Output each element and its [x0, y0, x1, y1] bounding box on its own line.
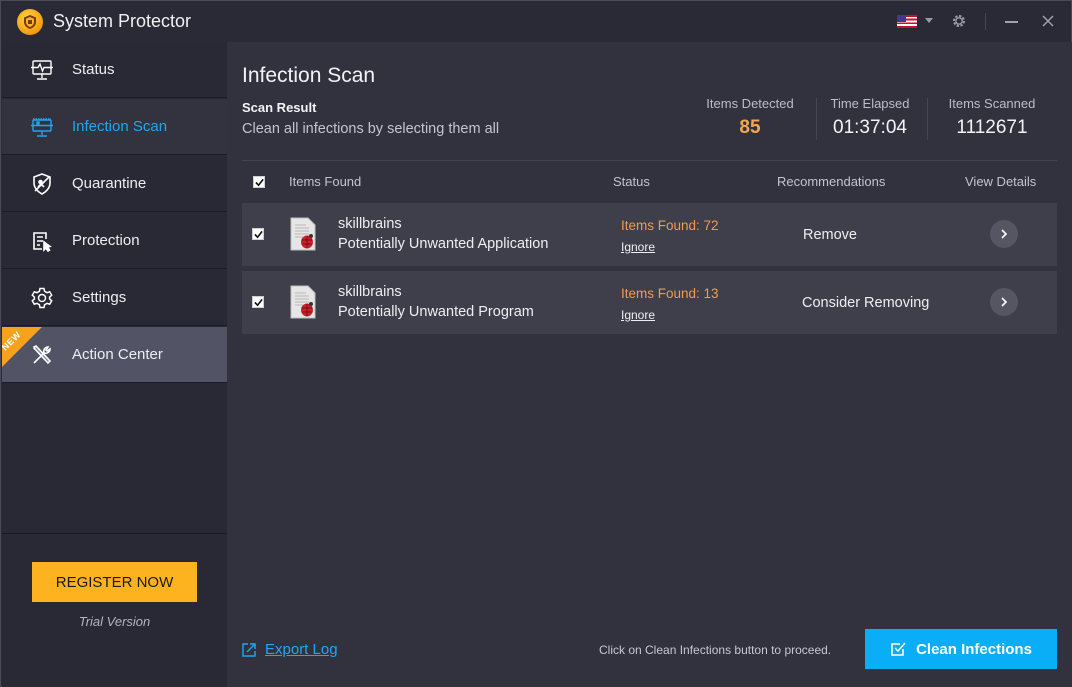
- shield-bug-icon: [33, 173, 51, 195]
- table-header: Items Found Status Recommendations View …: [242, 164, 1057, 200]
- items-scanned-stat: Items Scanned 1112671: [940, 96, 1044, 139]
- sidebar-item-infection-scan[interactable]: Infection Scan: [2, 99, 227, 155]
- row-checkbox[interactable]: [252, 296, 264, 308]
- select-all-checkbox[interactable]: [253, 176, 265, 188]
- header-status[interactable]: Status: [613, 174, 650, 189]
- clean-infections-button[interactable]: Clean Infections: [865, 629, 1057, 669]
- register-now-button[interactable]: REGISTER NOW: [32, 562, 197, 602]
- sidebar-item-label: Status: [72, 61, 115, 78]
- item-recommendation: Remove: [803, 227, 857, 243]
- app-logo-icon: [17, 9, 43, 35]
- us-flag-icon[interactable]: [897, 15, 917, 28]
- titlebar-divider: [985, 13, 986, 30]
- sidebar-item-action-center[interactable]: NEW Action Center: [2, 327, 227, 383]
- time-elapsed-stat: Time Elapsed 01:37:04: [822, 96, 918, 139]
- header-items-found[interactable]: Items Found: [289, 174, 361, 189]
- gear-icon: [31, 287, 53, 309]
- header-view-details[interactable]: View Details: [965, 174, 1036, 189]
- ignore-link[interactable]: Ignore: [621, 240, 655, 254]
- export-log-link[interactable]: Export Log: [241, 641, 338, 658]
- gear-icon[interactable]: [951, 13, 967, 29]
- item-status: Items Found: 72: [621, 218, 719, 233]
- ignore-link[interactable]: Ignore: [621, 308, 655, 322]
- app-window: System Protector Status Infection Scan Q…: [0, 0, 1072, 687]
- item-name: skillbrains: [338, 284, 402, 300]
- sidebar: Status Infection Scan Quarantine Protect…: [2, 42, 227, 687]
- checkbox-check-icon: [891, 642, 906, 656]
- close-icon[interactable]: [1041, 14, 1055, 28]
- main-panel: Infection Scan Scan Result Clean all inf…: [227, 42, 1072, 687]
- title-bar: System Protector: [1, 1, 1071, 42]
- chevron-right-icon: [1001, 229, 1008, 239]
- external-link-icon: [242, 642, 256, 657]
- monitor-scan-icon: [31, 118, 53, 137]
- header-recommendations[interactable]: Recommendations: [777, 174, 885, 189]
- infected-file-icon: [290, 217, 316, 251]
- items-scanned-label: Items Scanned: [948, 96, 1036, 111]
- scan-result-label: Scan Result: [242, 100, 317, 115]
- sidebar-divider: [2, 533, 227, 534]
- item-type: Potentially Unwanted Application: [338, 236, 549, 252]
- sidebar-item-label: Quarantine: [72, 175, 147, 192]
- stat-divider: [927, 98, 928, 140]
- time-elapsed-value: 01:37:04: [833, 117, 907, 138]
- infected-file-icon: [290, 285, 316, 319]
- item-type: Potentially Unwanted Program: [338, 304, 534, 320]
- item-name: skillbrains: [338, 216, 402, 232]
- tools-icon: [33, 345, 52, 365]
- item-status: Items Found: 13: [621, 286, 719, 301]
- sidebar-item-settings[interactable]: Settings: [2, 270, 227, 326]
- time-elapsed-label: Time Elapsed: [830, 96, 910, 111]
- sidebar-item-label: Action Center: [72, 346, 163, 363]
- table-row[interactable]: skillbrains Potentially Unwanted Applica…: [242, 203, 1057, 266]
- scan-result-subtitle: Clean all infections by selecting them a…: [242, 121, 500, 137]
- proceed-hint: Click on Clean Infections button to proc…: [599, 643, 832, 657]
- trial-version-label: Trial Version: [78, 614, 151, 629]
- sidebar-item-label: Protection: [72, 232, 140, 249]
- document-cursor-icon: [33, 232, 52, 253]
- sidebar-item-label: Infection Scan: [72, 118, 168, 135]
- table-row[interactable]: skillbrains Potentially Unwanted Program…: [242, 271, 1057, 334]
- page-title: Infection Scan: [242, 64, 376, 87]
- minimize-icon[interactable]: [1005, 21, 1018, 23]
- view-details-button[interactable]: [990, 288, 1018, 316]
- item-recommendation: Consider Removing: [802, 295, 930, 311]
- clean-infections-label: Clean Infections: [916, 640, 1032, 658]
- sidebar-item-status[interactable]: Status: [2, 42, 227, 98]
- chevron-right-icon: [1001, 297, 1008, 307]
- items-detected-stat: Items Detected 85: [697, 96, 803, 139]
- header-divider: [242, 160, 1057, 161]
- items-scanned-value: 1112671: [956, 117, 1028, 138]
- items-detected-label: Items Detected: [706, 96, 794, 111]
- stat-divider: [816, 98, 817, 140]
- language-dropdown-caret-icon[interactable]: [925, 18, 933, 23]
- sidebar-item-quarantine[interactable]: Quarantine: [2, 156, 227, 212]
- sidebar-item-label: Settings: [72, 289, 127, 306]
- app-title: System Protector: [53, 11, 192, 31]
- monitor-pulse-icon: [31, 60, 53, 80]
- items-detected-value: 85: [739, 117, 761, 138]
- sidebar-item-protection[interactable]: Protection: [2, 213, 227, 269]
- export-log-label: Export Log: [265, 641, 338, 658]
- view-details-button[interactable]: [990, 220, 1018, 248]
- row-checkbox[interactable]: [252, 228, 264, 240]
